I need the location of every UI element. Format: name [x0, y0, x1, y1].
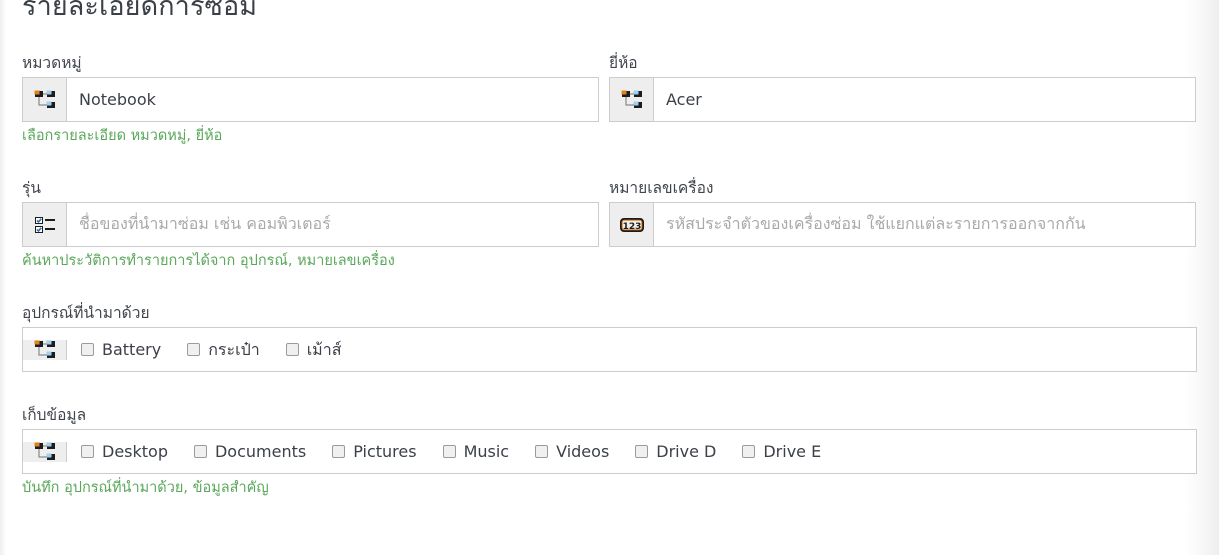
checkbox-storage-4[interactable]: Videos [535, 441, 610, 461]
form-content: รายละเอียดการซ่อม หมวดหมู่ Notebook ยี่ห… [22, 0, 1197, 497]
checkbox-label: เม้าส์ [306, 339, 342, 359]
checkbox-box[interactable] [535, 445, 549, 458]
checkbox-storage-6[interactable]: Drive E [742, 441, 822, 461]
help-text-row2: ค้นหาประวัติการทำรายการได้จาก อุปกรณ์, ห… [22, 253, 395, 269]
sitemap-icon [23, 339, 67, 360]
checkbox-label: Desktop [102, 441, 168, 461]
sitemap-icon [23, 441, 67, 462]
checkbox-box[interactable] [81, 445, 94, 458]
model-label: รุ่น [22, 179, 41, 197]
panel-left-edge [0, 0, 6, 555]
serial-label: หมายเลขเครื่อง [609, 179, 714, 197]
field-group-storage: เก็บข้อมูล Desktop Documents Pictures Mu… [22, 406, 1197, 474]
svg-text:123: 123 [622, 222, 641, 232]
model-input[interactable]: ชื่อของที่นำมาซ่อม เช่น คอมพิวเตอร์ [67, 203, 598, 246]
field-group-serial: หมายเลขเครื่อง 123 รหัสประจำตัวของเครื่อ… [609, 179, 1196, 247]
checkbox-storage-2[interactable]: Pictures [332, 441, 417, 461]
category-input-group[interactable]: Notebook [22, 77, 599, 122]
accessories-options: Battery กระเป๋า เม้าส์ [67, 328, 1196, 371]
checkbox-storage-5[interactable]: Drive D [635, 441, 717, 461]
checkbox-label: Music [463, 441, 510, 461]
checkbox-box[interactable] [442, 445, 456, 458]
brand-value[interactable]: Acer [654, 78, 1195, 121]
checkbox-box[interactable] [193, 445, 207, 458]
help-text-row1: เลือกรายละเอียด หมวดหมู่, ยี่ห้อ [22, 128, 223, 144]
checkbox-label: Drive E [763, 441, 822, 461]
brand-input-group[interactable]: Acer [609, 77, 1196, 122]
form-col-brand: ยี่ห้อ Acer [609, 54, 1196, 122]
checkbox-box[interactable] [187, 343, 201, 356]
checkbox-label: Documents [214, 441, 307, 461]
checkbox-box[interactable] [285, 343, 299, 356]
model-input-group[interactable]: ชื่อของที่นำมาซ่อม เช่น คอมพิวเตอร์ [22, 202, 599, 247]
brand-label: ยี่ห้อ [609, 54, 638, 72]
checkbox-box[interactable] [81, 343, 94, 356]
repair-details-page: รายละเอียดการซ่อม หมวดหมู่ Notebook ยี่ห… [0, 0, 1219, 555]
checkbox-label: กระเป๋า [208, 339, 260, 359]
serial-input[interactable]: รหัสประจำตัวของเครื่องซ่อม ใช้แยกแต่ละรา… [654, 203, 1195, 246]
checkbox-storage-0[interactable]: Desktop [81, 441, 168, 461]
form-col-model: รุ่น ชื่อของที่นำมาซ่อม เช่น คอมพิวเตอร์ [22, 179, 609, 247]
sitemap-icon [23, 78, 67, 121]
field-group-category: หมวดหมู่ Notebook [22, 54, 599, 122]
checkbox-storage-3[interactable]: Music [442, 441, 510, 461]
checkbox-label: Drive D [656, 441, 717, 461]
checkbox-box[interactable] [742, 445, 756, 458]
checkbox-storage-1[interactable]: Documents [193, 441, 307, 461]
accessories-label: อุปกรณ์ที่นำมาด้วย [22, 304, 150, 322]
numeric-123-icon: 123 [610, 203, 654, 246]
category-label: หมวดหมู่ [22, 54, 82, 72]
checkbox-label: Battery [102, 339, 162, 359]
storage-label: เก็บข้อมูล [22, 406, 87, 424]
accessories-checkbox-group: Battery กระเป๋า เม้าส์ [22, 327, 1197, 372]
checkbox-label: Videos [556, 441, 610, 461]
form-row-model-serial: รุ่น ชื่อของที่นำมาซ่อม เช่น คอมพิวเตอร์… [22, 179, 1197, 247]
form-col-serial: หมายเลขเครื่อง 123 รหัสประจำตัวของเครื่อ… [609, 179, 1196, 247]
form-col-category: หมวดหมู่ Notebook [22, 54, 609, 122]
form-row-category-brand: หมวดหมู่ Notebook ยี่ห้อ Acer [22, 54, 1197, 122]
checkbox-box[interactable] [635, 445, 649, 458]
sitemap-icon [610, 78, 654, 121]
checkbox-label: Pictures [353, 441, 417, 461]
field-group-accessories: อุปกรณ์ที่นำมาด้วย Battery กระเป๋า เม้าส… [22, 304, 1197, 372]
page-title: รายละเอียดการซ่อม [22, 0, 258, 22]
tasks-icon [23, 203, 67, 246]
checkbox-accessory-0[interactable]: Battery [81, 339, 162, 359]
storage-options: Desktop Documents Pictures Music Videos … [67, 430, 1196, 473]
checkbox-box[interactable] [332, 445, 346, 458]
help-text-row3: บันทึก อุปกรณ์ที่นำมาด้วย, ข้อมูลสำคัญ [22, 480, 269, 496]
field-group-brand: ยี่ห้อ Acer [609, 54, 1196, 122]
checkbox-accessory-2[interactable]: เม้าส์ [285, 339, 342, 359]
checkbox-accessory-1[interactable]: กระเป๋า [187, 339, 260, 359]
category-value[interactable]: Notebook [67, 78, 598, 121]
field-group-model: รุ่น ชื่อของที่นำมาซ่อม เช่น คอมพิวเตอร์ [22, 179, 599, 247]
serial-input-group[interactable]: 123 รหัสประจำตัวของเครื่องซ่อม ใช้แยกแต่… [609, 202, 1196, 247]
storage-checkbox-group: Desktop Documents Pictures Music Videos … [22, 429, 1197, 474]
